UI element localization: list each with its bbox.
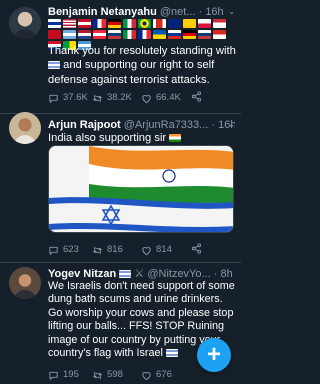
reply-button[interactable]: 37.6K [48, 91, 88, 105]
tweet-header: Arjun Rajpoot @ArjunRa7333... · 16h [48, 118, 235, 132]
handle[interactable]: @NitzevYo... [147, 268, 210, 280]
reply-icon [49, 371, 58, 380]
separator-dot: · [211, 119, 216, 131]
flags-image [49, 146, 233, 232]
tweet-header: Benjamin Netanyahu @net... · 16h [48, 5, 235, 19]
israel-flag-icon [119, 270, 132, 278]
tweet-text: Thank you for resolutely standing with a… [48, 44, 236, 87]
like-button[interactable]: 676 [141, 368, 172, 382]
heart-icon [142, 94, 151, 103]
display-name[interactable]: Benjamin Netanyahu [48, 6, 157, 18]
retweet-icon [93, 246, 102, 254]
flag-icon [138, 19, 151, 28]
retweet-button[interactable]: 38.2K [92, 91, 132, 105]
like-count: 814 [156, 244, 172, 255]
tweet-text: India also supporting sir [48, 131, 236, 145]
flag-icon [63, 19, 76, 28]
like-button[interactable]: 814 [141, 243, 172, 257]
reply-count: 195 [63, 369, 79, 380]
israel-flag-icon [48, 61, 60, 70]
reply-button[interactable]: 195 [48, 368, 79, 382]
flag-icon [213, 30, 226, 39]
flag-icon [138, 30, 151, 39]
flag-icon [63, 30, 76, 39]
retweet-icon [93, 94, 102, 102]
tweet-text-line: defense against terrorist attacks. [48, 73, 210, 86]
flag-icon [198, 30, 211, 39]
india-flag-icon [169, 134, 182, 142]
retweet-count: 598 [107, 369, 123, 380]
tweet-text-line: and supporting our right to self [63, 59, 215, 72]
crossed-swords-icon: ⚔ [134, 268, 145, 280]
heart-icon [142, 371, 151, 380]
chevron-down-icon[interactable]: ⌄ [228, 118, 235, 132]
flag-icon [108, 30, 121, 39]
retweet-icon [93, 371, 102, 379]
like-button[interactable]: 66.4K [141, 91, 181, 105]
reply-icon [49, 246, 58, 255]
retweet-button[interactable]: 816 [92, 243, 123, 257]
tweet-actions: 623 816 814 [48, 243, 228, 257]
tweet-header: Yogev Nitzan ⚔ @NitzevYo... · 8h [48, 267, 235, 281]
tweet-media-image[interactable] [48, 145, 234, 233]
share-button[interactable] [191, 91, 202, 102]
flag-icon [78, 30, 91, 39]
retweet-count: 816 [107, 244, 123, 255]
display-name[interactable]: Arjun Rajpoot [48, 119, 121, 131]
like-count: 66.4K [156, 92, 181, 103]
flag-icon [123, 19, 136, 28]
tweet-1[interactable]: Benjamin Netanyahu @net... · 16h ⌄ Thank… [0, 0, 241, 116]
flag-icon [93, 30, 106, 39]
reply-icon [49, 94, 58, 103]
tweet-text-line: India also supporting sir [48, 132, 167, 144]
israel-flag-icon [165, 349, 178, 358]
handle[interactable]: @net... [160, 6, 196, 18]
chevron-down-icon[interactable]: ⌄ [228, 5, 235, 19]
share-icon [191, 243, 202, 254]
flag-icon [168, 30, 181, 39]
timestamp[interactable]: 16h [205, 6, 223, 18]
flag-icon [108, 19, 121, 28]
retweet-button[interactable]: 598 [92, 368, 123, 382]
reply-count: 37.6K [63, 92, 88, 103]
display-name[interactable]: Yogev Nitzan [48, 268, 116, 280]
flag-icon [48, 30, 61, 39]
flag-icon [213, 19, 226, 28]
flag-icon [48, 19, 61, 28]
share-button[interactable] [191, 243, 202, 254]
share-icon [191, 91, 202, 102]
flag-icon [168, 19, 181, 28]
separator-dot: · [198, 6, 203, 18]
tweet-actions: 37.6K 38.2K 66.4K [48, 91, 228, 105]
flag-icon [153, 30, 166, 39]
avatar[interactable] [9, 267, 41, 299]
handle[interactable]: @ArjunRa7333... [124, 119, 209, 131]
flag-icon [198, 19, 211, 28]
flag-icon [153, 19, 166, 28]
compose-tweet-button[interactable]: + [197, 338, 231, 372]
like-count: 676 [156, 369, 172, 380]
heart-icon [142, 246, 151, 255]
tweet-actions: 195 598 676 [48, 368, 228, 382]
reply-count: 623 [63, 244, 79, 255]
flag-icon [123, 30, 136, 39]
flag-icon [183, 19, 196, 28]
plus-icon: + [206, 341, 221, 368]
tweet-text-line: Thank you for resolutely standing with [48, 45, 236, 57]
timestamp[interactable]: 8h [220, 268, 232, 280]
avatar[interactable] [9, 112, 41, 144]
retweet-count: 38.2K [107, 92, 132, 103]
avatar[interactable] [9, 7, 41, 39]
separator-dot: · [213, 268, 218, 280]
flag-icon [183, 30, 196, 39]
reply-button[interactable]: 623 [48, 243, 79, 257]
flag-icon [78, 19, 91, 28]
flag-icon [93, 19, 106, 28]
tweet-text-line-with-flag: and supporting our right to self [48, 58, 236, 72]
